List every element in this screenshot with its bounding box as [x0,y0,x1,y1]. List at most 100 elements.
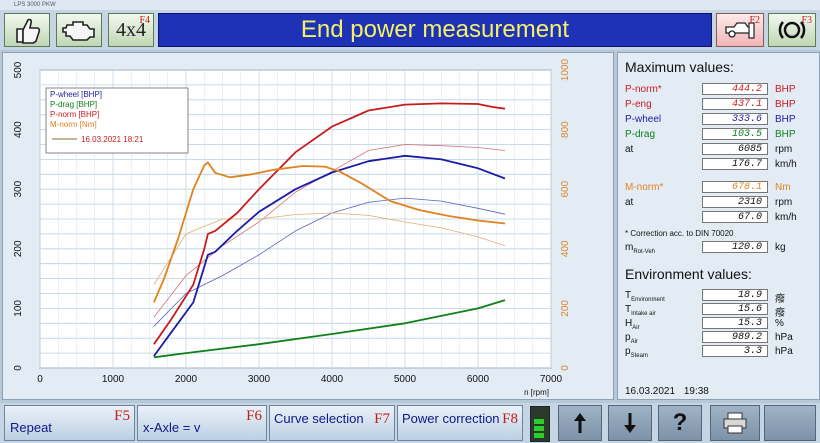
rotating-mass-row: mRot-Veh 120.0 kg [624,241,819,256]
engine-icon [62,21,95,41]
max-value-field: 444.2 [702,83,768,95]
max-value-label: P-eng [625,99,652,110]
brake-test-button[interactable]: F3 [768,13,816,47]
x-axle-label: x-Axle = v [143,420,201,435]
confirm-button[interactable] [4,13,50,47]
max-value-row: 67.0 km/h [624,211,819,226]
repeat-button[interactable]: Repeat F5 [4,405,135,441]
print-button[interactable] [710,405,760,441]
x-axle-button[interactable]: x-Axle = v F6 [137,405,267,441]
blank-button[interactable] [764,405,816,441]
max-value-unit: rpm [775,197,793,208]
x-tick-label: 6000 [467,374,490,385]
environment-value-row: TIntake air 15.6 癈 [624,303,819,319]
max-value-label: M-norm* [625,182,664,193]
y-right-tick-label: 800 [560,121,571,138]
x-axis-label: n [rpm] [524,388,549,397]
correction-note: * Correction acc. to DIN 70020 [625,229,734,238]
max-value-row: P-eng 437.1 BHP [624,98,819,113]
max-value-unit: km/h [775,212,797,223]
y-right-tick-label: 400 [560,240,571,257]
measurement-time: 19:38 [683,386,709,397]
x-tick-label: 0 [37,374,43,385]
max-values-title: Maximum values: [625,59,734,75]
environment-value-field: 989.2 [702,331,768,343]
f5-key-label: F5 [114,408,130,424]
environment-value-unit: hPa [775,346,793,357]
curve-selection-button[interactable]: Curve selection F7 [269,405,395,441]
four-wheel-drive-button[interactable]: 4x4 F4 [108,13,154,47]
f8-key-label: F8 [502,411,518,427]
thumbs-up-icon [16,18,41,44]
help-label: ? [672,409,688,436]
rotating-mass-value: 120.0 [702,241,768,253]
max-value-field: 333.6 [702,113,768,125]
legend-run-date: 16.03.2021 18:21 [81,135,144,144]
max-value-row: at 6085 rpm [624,143,819,158]
window-title: LPS 3000 PKW [14,2,56,8]
measurement-date: 16.03.2021 [625,386,676,397]
max-value-field: 678.1 [702,181,768,193]
max-value-row: 176.7 km/h [624,158,819,173]
y-left-tick-label: 300 [13,180,24,197]
x-tick-label: 3000 [248,374,271,385]
values-panel: Maximum values: P-norm* 444.2 BHP P-eng 437.… [617,52,820,400]
max-value-unit: rpm [775,144,793,155]
power-correction-label: Power correction [402,411,500,426]
max-value-row: at 2310 rpm [624,196,819,211]
environment-value-field: 3.3 [702,345,768,357]
x-tick-label: 5000 [394,374,417,385]
y-right-tick-label: 0 [560,365,571,371]
environment-value-unit: hPa [775,332,793,343]
max-value-field: 6085 [702,143,768,155]
max-value-unit: BHP [775,99,796,110]
power-curve-chart: 0 1000 2000 3000 4000 5000 6000 700001002003004… [13,58,571,397]
printer-icon [723,412,747,434]
x-tick-label: 2000 [175,374,198,385]
y-left-tick-label: 100 [13,300,24,317]
environment-label-sub: Steam [630,353,648,359]
max-value-field: 437.1 [702,98,768,110]
max-value-unit: BHP [775,84,796,95]
y-left-tick-label: 0 [13,365,24,371]
help-button[interactable]: ? [658,405,702,441]
legend-entry: M-norm [Nm] [50,120,97,129]
max-value-label: P-drag [625,129,656,140]
environment-value-row: TEnvironment 18.9 癈 [624,289,819,305]
power-correction-button[interactable]: Power correction F8 [397,405,523,441]
max-value-label: P-wheel [625,114,662,125]
max-value-field: 2310 [702,196,768,208]
engine-button[interactable] [56,13,102,47]
max-value-label: at [625,197,634,208]
max-value-unit: BHP [775,129,796,140]
scroll-down-button[interactable] [608,405,652,441]
x-tick-label: 1000 [102,374,125,385]
page-title: End power measurement [158,13,712,47]
y-right-tick-label: 600 [560,180,571,197]
max-value-row: P-norm* 444.2 BHP [624,83,819,98]
max-value-unit: km/h [775,159,797,170]
environment-value-row: pSteam 3.3 hPa [624,345,819,360]
scroll-up-button[interactable] [558,405,602,441]
power-chart-panel: 0 1000 2000 3000 4000 5000 6000 7000 0 100 200 300 4… [2,52,614,400]
max-value-unit: BHP [775,114,796,125]
environment-value-row: pAir 989.2 hPa [624,331,819,346]
environment-values-title: Environment values: [625,266,752,282]
max-value-row: P-drag 103.5 BHP [624,128,819,143]
f3-key-label: F3 [801,15,812,26]
mass-label-sub: Rot-Veh [633,249,656,255]
arrow-down-icon [624,413,636,433]
legend-entry: P-drag [BHP] [50,100,97,109]
car-lift-button[interactable]: F2 [716,13,764,47]
f6-key-label: F6 [246,408,262,424]
environment-value-field: 15.6 [702,303,768,315]
max-value-field: 176.7 [702,158,768,170]
max-value-unit: Nm [775,182,791,193]
bottom-toolbar: Repeat F5 x-Axle = v F6 Curve selection … [0,403,820,443]
repeat-label: Repeat [10,420,52,435]
max-value-row: M-norm* 678.1 Nm [624,181,819,196]
legend-entry: P-wheel [BHP] [50,90,102,99]
f4-key-label: F4 [139,15,150,26]
max-value-field: 103.5 [702,128,768,140]
x-tick-label: 4000 [321,374,344,385]
